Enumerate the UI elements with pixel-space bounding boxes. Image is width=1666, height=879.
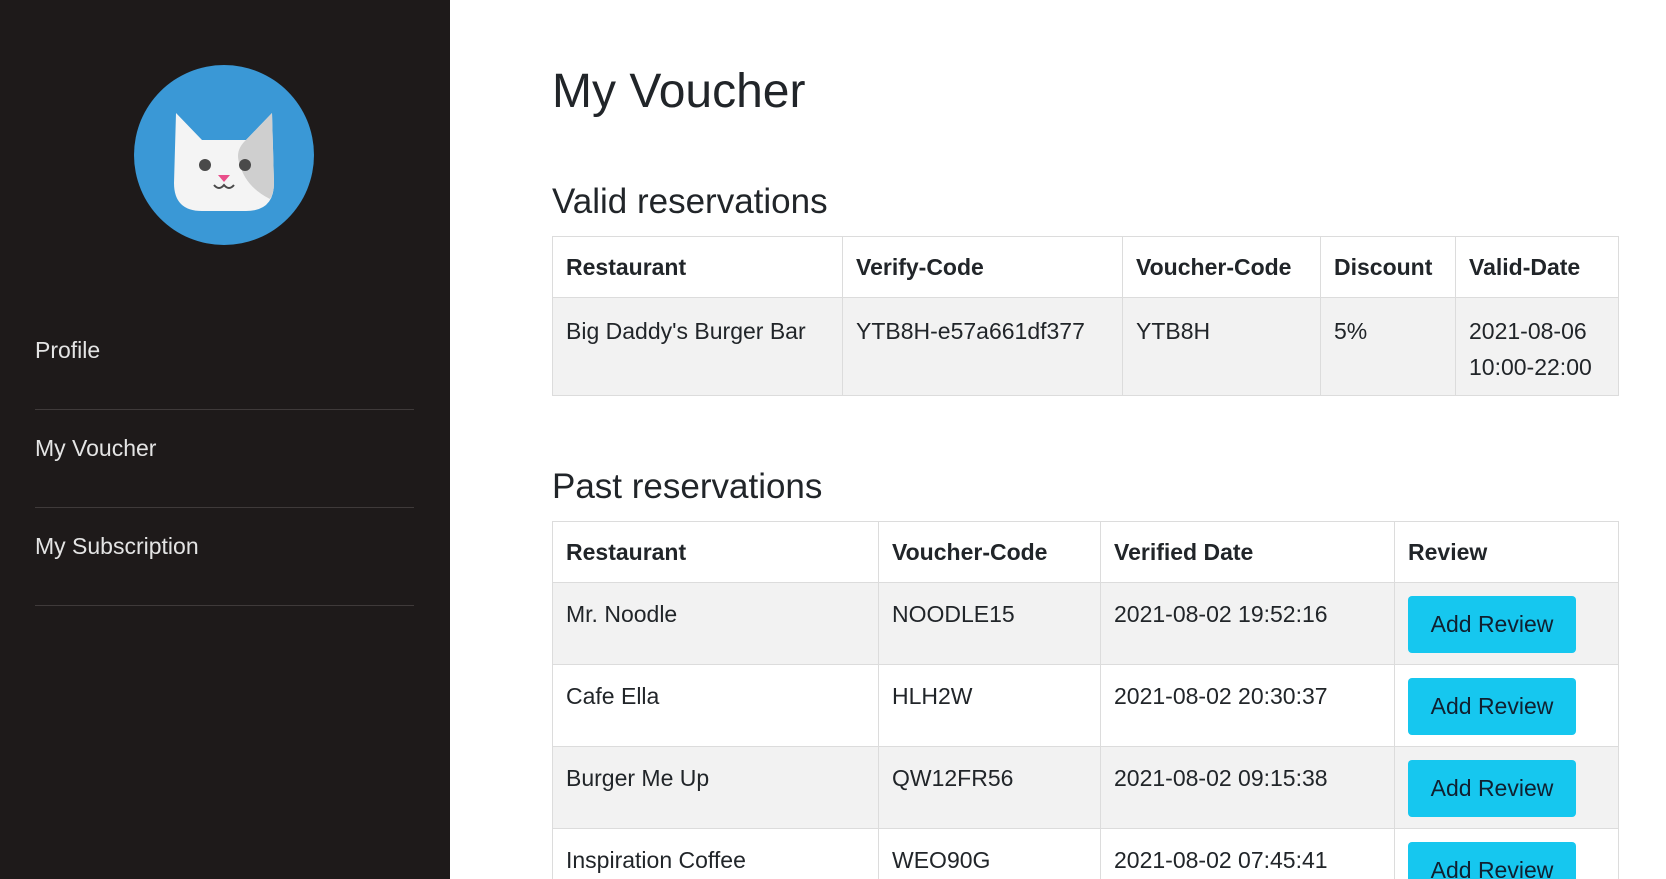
voucher-code-cell: YTB8H <box>1122 297 1321 396</box>
table-row: Burger Me Up QW12FR56 2021-08-02 09:15:3… <box>552 746 1619 829</box>
voucher-code-cell: NOODLE15 <box>878 582 1101 665</box>
review-cell: Add Review <box>1394 746 1619 829</box>
column-header: Voucher-Code <box>878 521 1101 583</box>
verified-date-cell: 2021-08-02 07:45:41 <box>1100 828 1395 879</box>
restaurant-cell: Burger Me Up <box>552 746 879 829</box>
add-review-button[interactable]: Add Review <box>1408 842 1576 879</box>
table-header-row: Restaurant Verify-Code Voucher-Code Disc… <box>552 236 1619 298</box>
past-reservations-title: Past reservations <box>552 467 823 506</box>
table-row: Mr. Noodle NOODLE15 2021-08-02 19:52:16 … <box>552 582 1619 665</box>
column-header: Review <box>1394 521 1619 583</box>
valid-time: 10:00-22:00 <box>1469 354 1592 380</box>
table-row: Cafe Ella HLH2W 2021-08-02 20:30:37 Add … <box>552 664 1619 747</box>
avatar <box>134 65 314 245</box>
verified-date-cell: 2021-08-02 09:15:38 <box>1100 746 1395 829</box>
restaurant-cell: Inspiration Coffee <box>552 828 879 879</box>
table-header-row: Restaurant Voucher-Code Verified Date Re… <box>552 521 1619 583</box>
column-header: Verify-Code <box>842 236 1123 298</box>
page-title: My Voucher <box>552 65 806 118</box>
restaurant-cell: Big Daddy's Burger Bar <box>552 297 843 396</box>
voucher-code-cell: WEO90G <box>878 828 1101 879</box>
valid-date: 2021-08-06 <box>1469 318 1587 344</box>
add-review-button[interactable]: Add Review <box>1408 760 1576 817</box>
sidebar-nav: Profile My Voucher My Subscription <box>35 312 414 606</box>
valid-reservations-title: Valid reservations <box>552 182 828 221</box>
restaurant-cell: Cafe Ella <box>552 664 879 747</box>
valid-date-cell: 2021-08-06 10:00-22:00 <box>1455 297 1619 396</box>
restaurant-cell: Mr. Noodle <box>552 582 879 665</box>
sidebar: Profile My Voucher My Subscription <box>0 0 450 879</box>
table-row: Inspiration Coffee WEO90G 2021-08-02 07:… <box>552 828 1619 879</box>
review-cell: Add Review <box>1394 828 1619 879</box>
column-header: Voucher-Code <box>1122 236 1321 298</box>
column-header: Valid-Date <box>1455 236 1619 298</box>
column-header: Restaurant <box>552 236 843 298</box>
column-header: Discount <box>1320 236 1456 298</box>
cat-avatar-icon <box>174 113 274 211</box>
discount-cell: 5% <box>1320 297 1456 396</box>
add-review-button[interactable]: Add Review <box>1408 596 1576 653</box>
sidebar-item-my-subscription[interactable]: My Subscription <box>35 508 414 606</box>
verify-code-cell: YTB8H-e57a661df377 <box>842 297 1123 396</box>
verified-date-cell: 2021-08-02 20:30:37 <box>1100 664 1395 747</box>
voucher-code-cell: HLH2W <box>878 664 1101 747</box>
past-reservations-table: Restaurant Voucher-Code Verified Date Re… <box>552 521 1619 879</box>
add-review-button[interactable]: Add Review <box>1408 678 1576 735</box>
app-layout: Profile My Voucher My Subscription My Vo… <box>0 0 1666 879</box>
voucher-code-cell: QW12FR56 <box>878 746 1101 829</box>
sidebar-item-profile[interactable]: Profile <box>35 312 414 410</box>
valid-reservations-table: Restaurant Verify-Code Voucher-Code Disc… <box>552 236 1619 396</box>
table-row: Big Daddy's Burger Bar YTB8H-e57a661df37… <box>552 297 1619 396</box>
review-cell: Add Review <box>1394 582 1619 665</box>
column-header: Restaurant <box>552 521 879 583</box>
column-header: Verified Date <box>1100 521 1395 583</box>
sidebar-item-my-voucher[interactable]: My Voucher <box>35 410 414 508</box>
review-cell: Add Review <box>1394 664 1619 747</box>
verified-date-cell: 2021-08-02 19:52:16 <box>1100 582 1395 665</box>
